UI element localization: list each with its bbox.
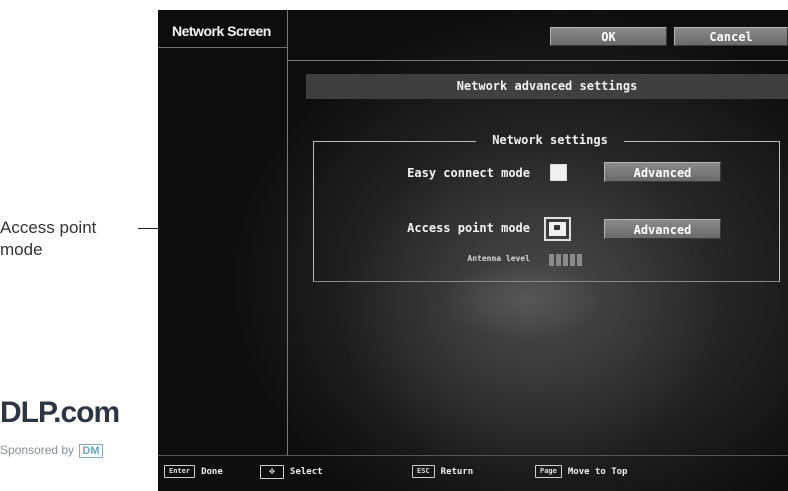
help-select-label: Select [290, 467, 323, 477]
callout-access-point-mode: Access point mode [0, 218, 97, 259]
watermark-sponsor-text: Sponsored by [0, 443, 75, 457]
sponsor-logo: DM [79, 444, 103, 458]
group-title: Network settings [492, 133, 608, 147]
antenna-level-meter [549, 251, 584, 266]
check-icon [554, 225, 560, 230]
group-top-border-left [313, 141, 476, 142]
checkbox-inner [549, 222, 566, 236]
access-point-advanced-button[interactable]: Advanced [604, 219, 721, 239]
cancel-button[interactable]: Cancel [674, 27, 788, 46]
easy-connect-label: Easy connect mode [407, 166, 530, 180]
help-done: Enter Done [164, 465, 223, 478]
antenna-bar [570, 254, 575, 266]
group-top-border-right [624, 141, 780, 142]
watermark-sponsor: Sponsored by DM [0, 443, 103, 458]
help-bar-divider [158, 455, 788, 456]
projector-screen: Network Screen OK Cancel Network advance… [158, 10, 788, 491]
vertical-divider [287, 10, 288, 455]
help-move-to-top: Page Move to Top [535, 465, 627, 478]
header-divider [288, 60, 788, 61]
page-key-icon: Page [535, 465, 562, 478]
watermark-logo: DLP.com [0, 396, 120, 429]
antenna-bar [556, 254, 561, 266]
help-done-label: Done [201, 466, 223, 477]
screen-title: Network Screen [172, 23, 271, 39]
enter-key-icon: Enter [164, 465, 196, 478]
esc-key-icon: ESC [412, 465, 435, 478]
help-move-to-top-label: Move to Top [567, 466, 628, 477]
ok-button[interactable]: OK [550, 27, 667, 46]
easy-connect-checkbox[interactable] [550, 164, 567, 181]
access-point-label: Access point mode [407, 221, 530, 235]
access-point-checkbox[interactable] [544, 217, 571, 241]
antenna-bar [577, 254, 582, 266]
antenna-level-label: Antenna level [467, 254, 530, 263]
title-underline [158, 47, 288, 48]
arrow-keys-icon: ✥ [260, 465, 285, 479]
antenna-bar [549, 254, 554, 266]
help-return-label: Return [440, 466, 474, 477]
help-select: ✥ Select [260, 465, 323, 479]
help-return: ESC Return [412, 465, 473, 478]
antenna-bar [563, 254, 568, 266]
section-title-bar: Network advanced settings [306, 74, 788, 99]
easy-connect-advanced-button[interactable]: Advanced [604, 162, 721, 182]
